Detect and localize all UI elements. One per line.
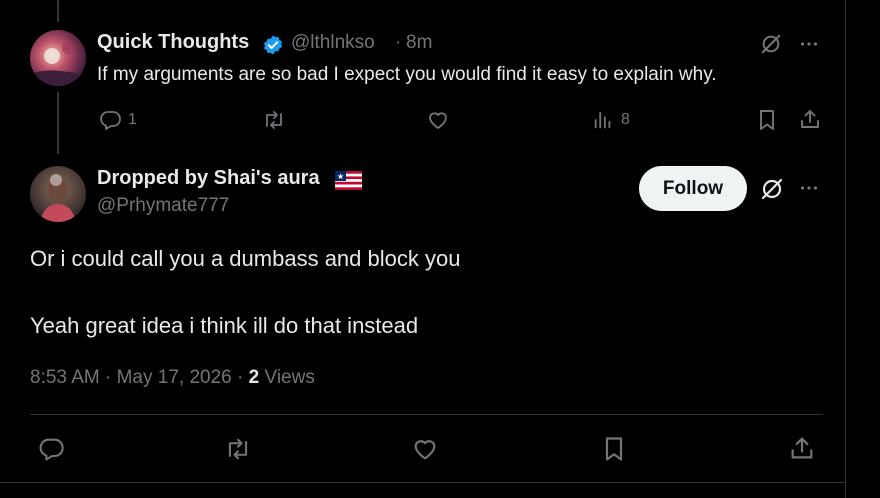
more-options-icon[interactable] (797, 32, 821, 56)
divider (30, 414, 823, 415)
separator-dot: · (237, 367, 244, 388)
share-icon[interactable] (787, 433, 817, 463)
separator-dot: · (105, 367, 112, 388)
follow-button[interactable]: Follow (639, 166, 747, 211)
author-name[interactable]: Dropped by Shai's aura (97, 167, 320, 190)
views-icon[interactable] (591, 108, 615, 132)
post-text-line-2: Yeah great idea i think ill do that inst… (30, 313, 419, 338)
post-time[interactable]: 8:53 AM (30, 367, 100, 388)
post-metadata: 8:53 AM · May 17, 2026 · 2 Views (30, 367, 315, 389)
author-handle[interactable]: @lthlnkso (291, 32, 375, 54)
views-count: 2 (248, 367, 260, 388)
reply-icon[interactable] (36, 434, 66, 464)
like-icon[interactable] (410, 434, 440, 464)
more-options-icon[interactable] (797, 176, 821, 200)
post-date[interactable]: May 17, 2026 (117, 367, 232, 388)
author-name[interactable]: Quick Thoughts (97, 31, 249, 54)
share-icon[interactable] (797, 106, 823, 132)
repost-icon[interactable] (260, 107, 288, 133)
reply-icon[interactable] (97, 107, 123, 133)
avatar-quick-thoughts[interactable] (30, 30, 86, 86)
thread-line-top (57, 0, 59, 22)
post-time[interactable]: 8m (406, 32, 432, 54)
post-text: If my arguments are so bad I expect you … (97, 64, 717, 85)
bookmark-icon[interactable] (755, 107, 779, 133)
bottom-divider (0, 482, 845, 483)
avatar-dropped-by-shais-aura[interactable] (30, 166, 86, 222)
grok-icon[interactable] (759, 32, 783, 56)
author-handle[interactable]: @Prhymate777 (97, 195, 229, 217)
bookmark-icon[interactable] (600, 434, 628, 464)
liberia-flag-icon (334, 170, 362, 190)
grok-icon[interactable] (759, 176, 785, 202)
avatar-image (30, 30, 86, 86)
repost-icon[interactable] (222, 434, 254, 464)
views-label[interactable]: Views (265, 367, 315, 388)
separator-dot: · (395, 32, 402, 53)
view-count: 8 (621, 111, 630, 128)
thread-line-connector (57, 92, 59, 154)
column-border (845, 0, 846, 498)
post-text-line-1: Or i could call you a dumbass and block … (30, 246, 461, 271)
avatar-image (30, 166, 86, 222)
verified-badge-icon (261, 33, 285, 57)
reply-count: 1 (128, 111, 137, 128)
like-icon[interactable] (425, 107, 451, 133)
